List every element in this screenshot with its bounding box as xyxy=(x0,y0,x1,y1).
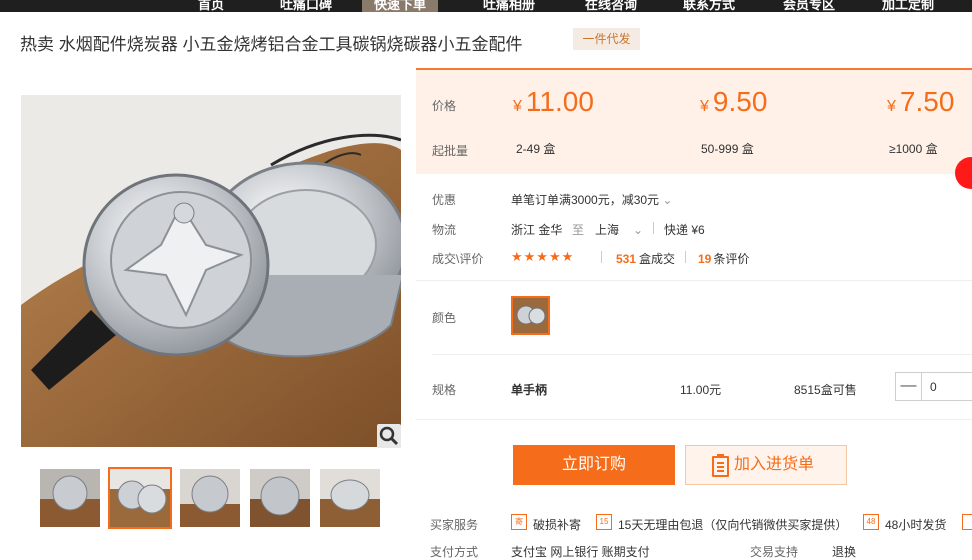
ship-from: 浙江 金华 xyxy=(511,223,563,237)
service-3[interactable]: 48小时发货 xyxy=(885,516,946,533)
tier-3-price: ¥7.50 xyxy=(887,86,955,117)
spec-label: 规格 xyxy=(432,383,457,397)
shipping-icon: 寄 xyxy=(511,514,527,530)
sold-count[interactable]: 531 盒成交 xyxy=(616,250,675,267)
color-label: 颜色 xyxy=(432,311,457,325)
dropship-badge: 一件代发 xyxy=(573,28,640,50)
trade-support-label: 交易支持 xyxy=(750,545,799,559)
promo-text[interactable]: 单笔订单满3000元，减30元 ⌄ xyxy=(511,191,672,208)
nav-home[interactable]: 首页 xyxy=(198,0,224,12)
service-2[interactable]: 15天无理由包退（仅向代销微供买家提供） xyxy=(618,516,847,533)
nav-reviews[interactable]: 吐痛口碑 xyxy=(280,0,332,12)
promo-label: 优惠 xyxy=(432,193,457,207)
zoom-magnifier-icon[interactable] xyxy=(377,424,401,448)
main-product-image[interactable] xyxy=(21,95,401,447)
payment-label: 支付方式 xyxy=(430,545,479,559)
moq-label: 起批量 xyxy=(432,144,469,158)
logistics-label: 物流 xyxy=(432,223,457,237)
thumbnail-3[interactable] xyxy=(180,469,240,527)
price-panel xyxy=(416,68,972,174)
nav-contact[interactable]: 联系方式 xyxy=(683,0,735,12)
tier-3-range: ≥1000 盒 xyxy=(889,142,938,156)
tier-1-range: 2-49 盒 xyxy=(516,142,556,156)
spec-price: 11.00元 xyxy=(680,383,722,397)
deals-label: 成交\评价 xyxy=(432,252,484,266)
ship-to-select[interactable]: 上海 ⌄ xyxy=(595,221,643,238)
tier-2-price: ¥9.50 xyxy=(700,86,768,117)
tier-2-range: 50-999 盒 xyxy=(701,142,754,156)
nav-members[interactable]: 会员专区 xyxy=(783,0,835,12)
color-swatch-selected[interactable] xyxy=(511,296,550,335)
service-1[interactable]: 破损补寄 xyxy=(533,516,581,533)
nav-custom[interactable]: 加工定制 xyxy=(882,0,934,12)
product-title: 热卖 水烟配件烧炭器 小五金烧烤铝合金工具碳锅烧碳器小五金配件 xyxy=(20,35,523,54)
add-to-cart-button[interactable]: 加入进货单 xyxy=(685,445,847,485)
tier-1-price: ¥11.00 xyxy=(513,86,594,117)
nav-consult[interactable]: 在线咨询 xyxy=(585,0,637,12)
clipboard-icon xyxy=(712,454,729,477)
qty-minus-button[interactable]: — xyxy=(896,373,922,400)
section-divider xyxy=(416,419,972,420)
divider xyxy=(685,251,686,263)
order-now-button[interactable]: 立即订购 xyxy=(513,445,675,485)
top-nav: 首页 吐痛口碑 快速下单 吐痛相册 在线咨询 联系方式 会员专区 加工定制 xyxy=(0,0,972,12)
quantity-stepper: — 0 xyxy=(895,372,972,401)
divider xyxy=(601,251,602,263)
thumbnail-4[interactable] xyxy=(250,469,310,527)
thumbnail-2-selected[interactable] xyxy=(108,467,172,529)
trade-support-text: 退换 xyxy=(832,545,857,559)
express-fee: 快递 ¥6 xyxy=(664,223,705,237)
nav-album[interactable]: 吐痛相册 xyxy=(483,0,535,12)
spec-name: 单手柄 xyxy=(511,383,548,397)
ship-to-word: 至 xyxy=(572,223,585,237)
services-label: 买家服务 xyxy=(430,518,479,532)
thumbnail-1[interactable] xyxy=(40,469,100,527)
qty-input[interactable]: 0 xyxy=(930,380,937,394)
nav-quick-order[interactable]: 快速下单 xyxy=(362,0,439,12)
divider xyxy=(653,222,654,234)
section-divider xyxy=(416,280,972,281)
price-label: 价格 xyxy=(432,99,457,113)
rating-stars-icon: ★★★★★ xyxy=(511,249,575,264)
return-15-icon: 15 xyxy=(596,514,612,530)
dispatch-48-icon: 48 xyxy=(863,514,879,530)
review-count[interactable]: 19 条评价 xyxy=(698,250,749,267)
more-service-icon xyxy=(962,514,972,530)
section-divider xyxy=(432,354,972,355)
thumbnail-5[interactable] xyxy=(320,469,380,527)
spec-stock: 8515盒可售 xyxy=(794,383,857,397)
payment-methods: 支付宝 网上银行 账期支付 xyxy=(511,545,650,559)
